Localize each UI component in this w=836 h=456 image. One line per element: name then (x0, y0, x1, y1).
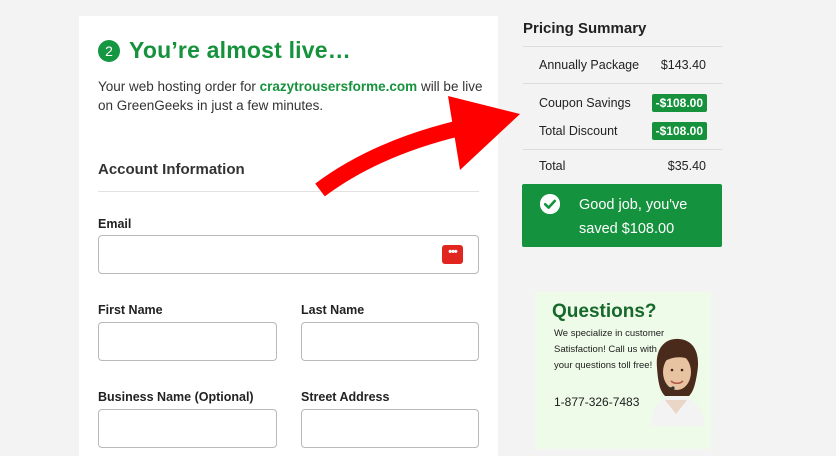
email-field-wrap: ••• (98, 235, 479, 274)
pricing-summary-title: Pricing Summary (523, 20, 647, 37)
email-label: Email (98, 217, 132, 231)
step-number-badge: 2 (98, 39, 120, 62)
street-address-field[interactable] (301, 409, 479, 448)
ad-phone: 1-877-326-7483 (554, 395, 640, 409)
total-discount-row: Total Discount -$108.00 (523, 121, 722, 140)
annual-package-value: $143.40 (660, 58, 706, 72)
annual-package-label: Annually Package (539, 58, 640, 72)
coupon-savings-label: Coupon Savings (539, 95, 631, 110)
annual-package-row: Annually Package $143.40 (523, 47, 722, 83)
first-name-label: First Name (98, 303, 163, 317)
business-name-field[interactable] (98, 409, 277, 448)
account-section-title: Account Information (98, 161, 245, 178)
first-name-field[interactable] (98, 322, 277, 361)
coupon-savings-row: Coupon Savings -$108.00 (523, 93, 722, 112)
support-ad[interactable]: Questions? We specialize in customer Sat… (535, 292, 711, 449)
street-address-label: Street Address (301, 390, 390, 404)
total-discount-value: -$108.00 (651, 121, 707, 140)
support-agent-image (651, 338, 705, 426)
total-value: $35.40 (667, 159, 706, 173)
intro-before: Your web hosting order for (98, 79, 260, 94)
email-field[interactable] (98, 235, 479, 274)
last-name-field[interactable] (301, 322, 479, 361)
check-circle-icon (540, 194, 560, 214)
pricing-summary: Pricing Summary Annually Package $143.40… (523, 18, 722, 182)
red-arrow (315, 96, 520, 197)
page-title: You’re almost live… (129, 37, 351, 63)
coupon-savings-value: -$108.00 (651, 93, 707, 112)
business-name-label: Business Name (Optional) (98, 390, 254, 404)
step-heading: 2 You’re almost live… (98, 37, 351, 64)
savings-banner: Good job, you've saved $108.00 (522, 184, 722, 247)
total-discount-label: Total Discount (539, 123, 618, 138)
last-name-label: Last Name (301, 303, 365, 317)
total-row: Total $35.40 (523, 150, 722, 182)
password-manager-icon[interactable]: ••• (442, 245, 463, 264)
savings-message: Good job, you've saved $108.00 (579, 197, 688, 237)
total-label: Total (539, 159, 566, 173)
ad-title: Questions? (552, 301, 657, 322)
